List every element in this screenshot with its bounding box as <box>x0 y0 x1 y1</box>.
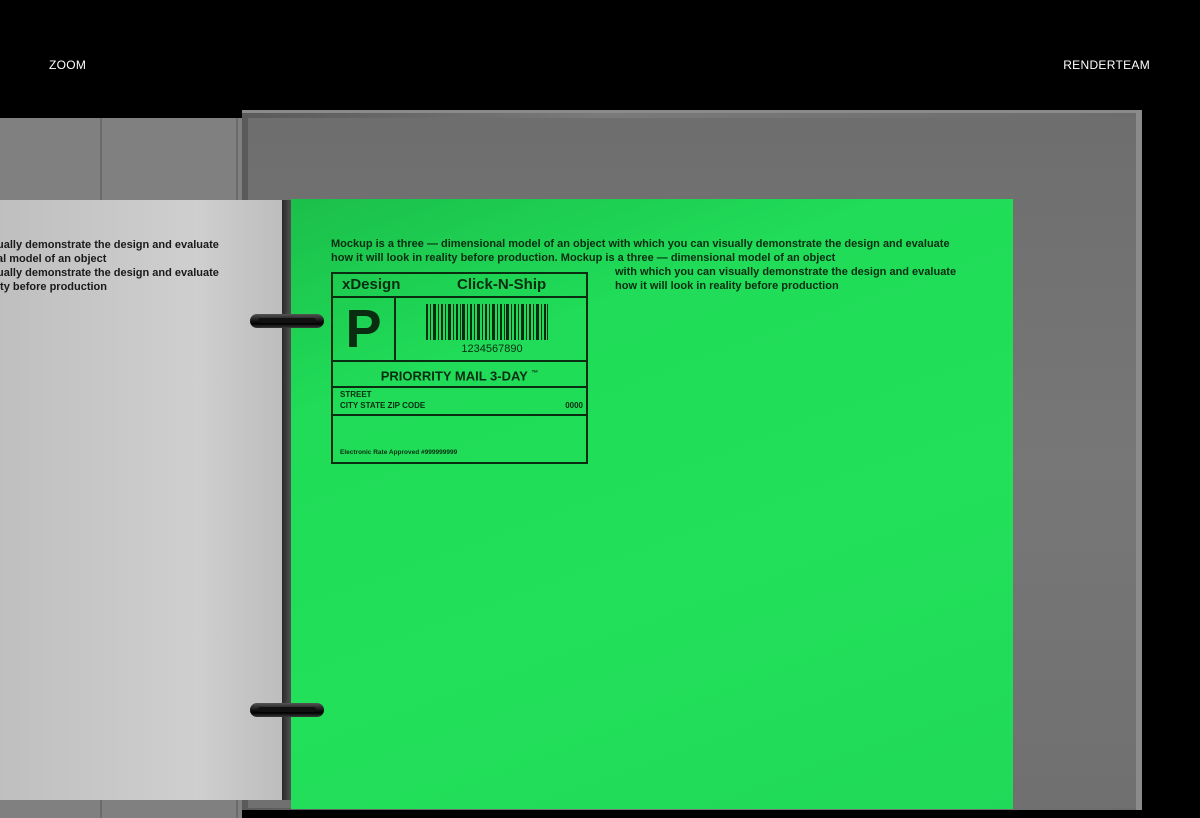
binder-ring-bottom <box>250 703 324 717</box>
label-brand: xDesign <box>342 276 401 293</box>
city-state-zip-line: CITY STATE ZIP CODE <box>340 401 426 410</box>
priority-letter: P <box>333 298 396 360</box>
rate-note: Electronic Rate Approved #999999999 <box>340 449 458 456</box>
street-line: STREET <box>340 390 372 399</box>
binder-ring-top <box>250 314 324 328</box>
label-code-row: P 1234567890 <box>333 298 586 362</box>
right-page: Mockup is a three — dimensional model of… <box>291 199 1013 809</box>
label-header: xDesign Click-N-Ship <box>333 274 586 298</box>
left-page: ually demonstrate the design and evaluat… <box>0 200 282 800</box>
mail-class-row: PRIORRITY MAIL 3-DAY ™ <box>333 362 586 388</box>
mail-class: PRIORRITY MAIL 3-DAY <box>380 368 528 384</box>
mockup-paragraph-side: with which you can visually demonstrate … <box>615 266 957 292</box>
zip-code: 0000 <box>565 401 583 410</box>
header-right-label: RENDERTEAM <box>1063 58 1150 72</box>
address-row: STREET CITY STATE ZIP CODE 0000 <box>333 388 586 416</box>
label-footer: Electronic Rate Approved #999999999 <box>333 416 586 466</box>
barcode-icon <box>426 304 548 340</box>
shipping-label: xDesign Click-N-Ship P 1234567890 PRIORR… <box>331 272 588 464</box>
trademark-mark: ™ <box>531 370 539 377</box>
header-left-label: ZOOM <box>49 58 87 72</box>
mockup-paragraph: Mockup is a three — dimensional model of… <box>331 238 950 264</box>
label-service: Click-N-Ship <box>457 276 547 293</box>
barcode-number: 1234567890 <box>461 343 523 355</box>
left-page-text: ually demonstrate the design and evaluat… <box>0 239 219 293</box>
